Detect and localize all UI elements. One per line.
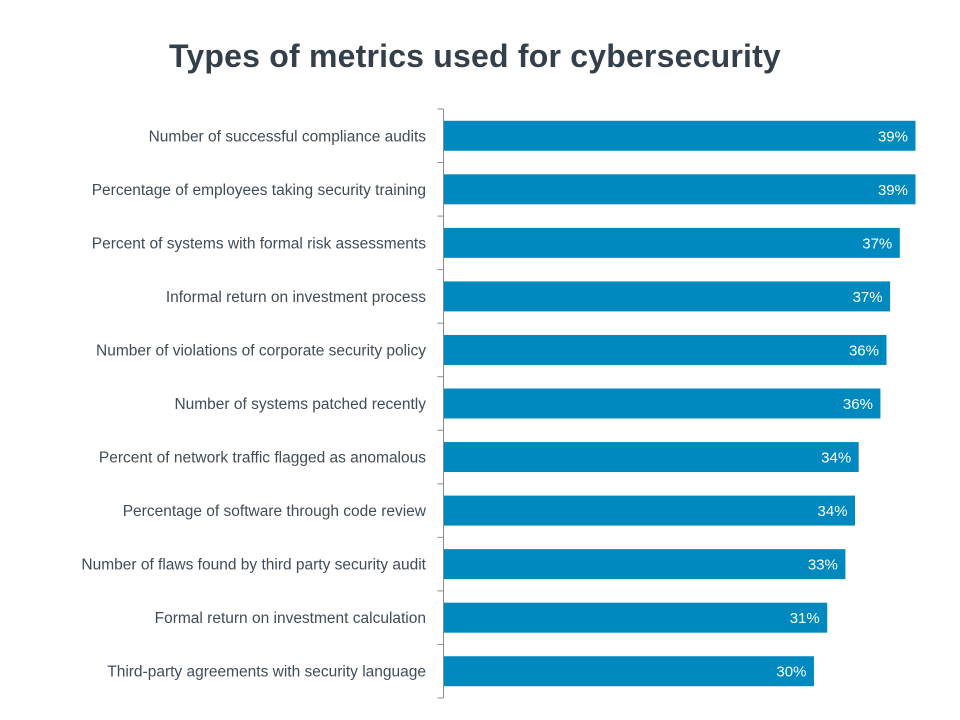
category-label: Third-party agreements with security lan… [107, 664, 426, 681]
data-label: 37% [862, 235, 892, 252]
bar [444, 281, 891, 312]
bar [444, 442, 859, 473]
category-label: Informal return on investment process [166, 289, 426, 306]
data-label: 39% [878, 128, 908, 145]
category-label: Percentage of software through code revi… [123, 503, 427, 520]
bar-chart: 39% 39% 37% 37% 36% 36% 34% 34% 33% 31% 30% Number… [81, 108, 916, 699]
category-label: Percent of network traffic flagged as an… [99, 450, 426, 467]
category-label: Percent of systems with formal risk asse… [92, 235, 426, 252]
bar [444, 602, 828, 633]
data-label: 36% [849, 342, 879, 359]
category-label: Number of systems patched recently [174, 396, 426, 413]
data-label: 34% [818, 503, 848, 520]
bar [444, 656, 814, 687]
bar [444, 174, 916, 205]
category-label: Number of flaws found by third party sec… [81, 557, 426, 574]
category-label: Number of violations of corporate securi… [96, 342, 426, 359]
data-label: 31% [790, 610, 820, 627]
bar [444, 495, 856, 526]
category-label: Formal return on investment calculation [155, 610, 426, 627]
bars: 39% 39% 37% 37% 36% 36% 34% 34% 33% 31% 30% [444, 120, 916, 687]
data-label: 37% [853, 289, 883, 306]
bar [444, 334, 887, 365]
y-axis [437, 108, 444, 699]
category-label: Number of successful compliance audits [149, 128, 427, 145]
data-label: 39% [878, 182, 908, 199]
bar [444, 227, 900, 258]
data-label: 33% [808, 557, 838, 574]
category-label: Percentage of employees taking security … [92, 182, 426, 199]
data-label: 34% [821, 450, 851, 467]
bar [444, 388, 881, 419]
data-label: 30% [776, 664, 806, 681]
category-labels: Number of successful compliance audits Pe… [81, 128, 426, 680]
bar [444, 549, 846, 580]
data-label: 36% [843, 396, 873, 413]
bar [444, 120, 916, 151]
